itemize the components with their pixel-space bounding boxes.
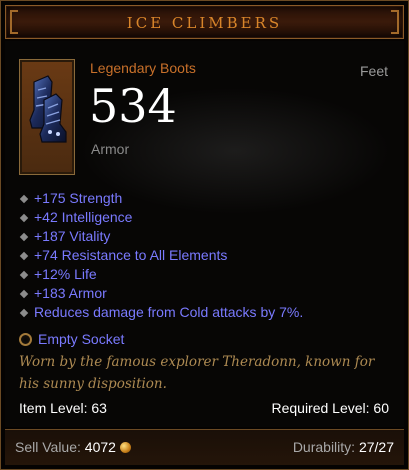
durability-value: 27/27 [358, 439, 394, 455]
item-slot: Feet [359, 63, 388, 79]
durability-label: Durability: [292, 439, 356, 455]
affix-text: +42 Intelligence [34, 209, 133, 225]
item-level: Item Level: 63 [19, 400, 107, 416]
item-icon-frame [19, 59, 75, 175]
affix-item: +187 Vitality [19, 227, 303, 246]
affix-item: +175 Strength [19, 189, 303, 208]
tooltip-header: ICE CLIMBERS [5, 5, 404, 39]
affix-text: +183 Armor [34, 285, 107, 301]
affix-item: +42 Intelligence [19, 208, 303, 227]
affix-item: Reduces damage from Cold attacks by 7%. [19, 303, 303, 322]
diamond-bullet-icon [19, 194, 29, 204]
legendary-boots-icon [29, 75, 67, 143]
affix-text: +187 Vitality [34, 228, 111, 244]
sell-value-amount: 4072 [84, 439, 116, 455]
required-level: Required Level: 60 [271, 400, 389, 416]
diamond-bullet-icon [19, 232, 29, 242]
tooltip-footer: Sell Value: 4072 Durability: 27/27 [5, 429, 404, 465]
affix-item: +74 Resistance to All Elements [19, 246, 303, 265]
armor-label: Armor [91, 141, 130, 157]
sell-value: Sell Value: 4072 [15, 439, 131, 455]
header-ornament-right [391, 10, 399, 34]
diamond-bullet-icon [19, 289, 29, 299]
item-tooltip: ICE CLIMBERS Legendary Boots Feet 534 Ar… [0, 0, 409, 470]
sell-value-label: Sell Value: [15, 439, 81, 455]
affix-text: +74 Resistance to All Elements [34, 247, 228, 263]
socket-ring-icon [19, 333, 32, 346]
diamond-bullet-icon [19, 308, 29, 318]
affix-text: +175 Strength [34, 190, 123, 206]
diamond-bullet-icon [19, 251, 29, 261]
armor-value: 534 [89, 79, 177, 133]
durability: Durability: 27/27 [293, 439, 394, 455]
tooltip-body: Legendary Boots Feet 534 Armor +175 Stre… [5, 41, 404, 427]
empty-socket: Empty Socket [19, 329, 124, 349]
affix-list: +175 Strength +42 Intelligence +187 Vita… [19, 189, 303, 322]
item-type: Legendary Boots [90, 60, 196, 76]
diamond-bullet-icon [19, 270, 29, 280]
diamond-bullet-icon [19, 213, 29, 223]
affix-text: +12% Life [34, 266, 97, 282]
affix-text: Reduces damage from Cold attacks by 7%. [34, 304, 304, 320]
item-name: ICE CLIMBERS [126, 14, 283, 32]
affix-item: +12% Life [19, 265, 303, 284]
socket-label: Empty Socket [38, 331, 125, 347]
affix-item: +183 Armor [19, 284, 303, 303]
gold-coin-icon [119, 442, 131, 453]
flavor-text: Worn by the famous explorer Theradonn, k… [19, 354, 375, 392]
